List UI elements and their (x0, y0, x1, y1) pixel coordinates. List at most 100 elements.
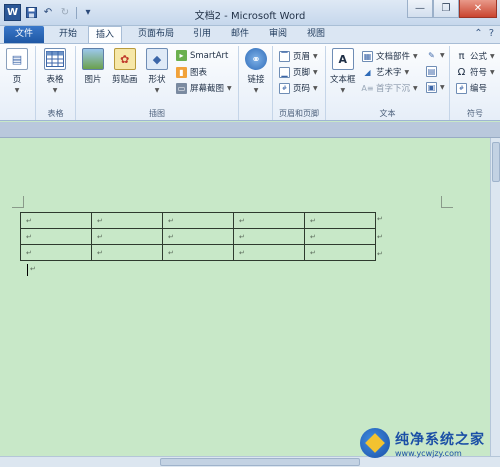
datetime-button[interactable]: ▤ (426, 66, 437, 77)
picture-icon (82, 48, 104, 70)
screenshot-button[interactable]: ▭ 屏幕截图 ▼ (176, 82, 232, 94)
signature-line-icon: ✎ (428, 51, 435, 60)
table-cell[interactable]: ↵ (162, 244, 234, 261)
table-cell[interactable]: ↵ (304, 228, 376, 245)
vertical-scrollbar[interactable] (490, 138, 500, 456)
table-cell[interactable]: ↵ (162, 228, 234, 245)
quickparts-icon: ▦ (362, 50, 373, 62)
shapes-icon: ◆ (146, 48, 168, 70)
table-button[interactable]: 表格 ▼ (44, 48, 66, 94)
crop-mark-top-right (441, 196, 453, 208)
textbox-button[interactable]: A 文本框 ▼ (330, 48, 356, 94)
table-cell[interactable]: ↵ (233, 244, 305, 261)
table-cell[interactable]: ↵ (304, 244, 376, 261)
tab-insert[interactable]: 插入 (88, 26, 123, 43)
tab-file[interactable]: 文件 (4, 26, 44, 43)
title-bar: W ↶ ↻ ▾ 文档2 - Microsoft Word — ❐ ✕ (0, 0, 500, 26)
textbox-label: 文本框 (330, 75, 356, 85)
clipart-button[interactable]: ✿ 剪贴画 (112, 48, 138, 85)
page-number-icon: # (279, 82, 290, 94)
omega-icon: Ω (457, 66, 466, 78)
footer-button[interactable]: ▁ 页脚 ▼ (279, 66, 318, 78)
screenshot-icon: ▭ (176, 82, 187, 94)
group-tables: 表格 ▼ 表格 (36, 46, 76, 120)
header-button[interactable]: ▔ 页眉 ▼ (279, 50, 318, 62)
chevron-down-icon: ▼ (413, 52, 418, 60)
equation-button[interactable]: π 公式 ▼ (456, 50, 494, 63)
restore-button[interactable]: ❐ (433, 0, 459, 18)
horizontal-scroll-thumb[interactable] (160, 458, 360, 466)
table-cell[interactable]: ↵ (91, 212, 163, 229)
group-text: A 文本框 ▼ ▦ 文档部件 ▼ ◢ 艺术字 ▼ A≡ 首字下沉 ▼ ✎ ▼ ▤… (326, 46, 450, 120)
wordart-label: 艺术字 (376, 68, 402, 78)
table-cell[interactable]: ↵ (20, 212, 92, 229)
minimize-ribbon-icon[interactable]: ⌃ (474, 28, 482, 39)
signature-line-button[interactable]: ✎ ▼ (426, 50, 445, 61)
table-cell[interactable]: ↵ (20, 228, 92, 245)
table-row: ↵ ↵ ↵ ↵ ↵ (20, 212, 376, 229)
picture-button[interactable]: 图片 (82, 48, 104, 85)
symbol-button[interactable]: Ω 符号 ▼ (456, 66, 495, 79)
close-button[interactable]: ✕ (459, 0, 497, 18)
dropcap-button[interactable]: A≡ 首字下沉 ▼ (361, 82, 417, 95)
smartart-button[interactable]: ▸ SmartArt (176, 50, 228, 61)
table-cell[interactable]: ↵ (91, 228, 163, 245)
watermark-logo-icon (360, 428, 390, 458)
table-cell[interactable]: ↵ (91, 244, 163, 261)
help-icon[interactable]: ? (489, 28, 494, 39)
dropcap-icon: A≡ (361, 83, 374, 93)
table-button-label: 表格 (46, 75, 64, 85)
chevron-down-icon: ▼ (313, 68, 318, 76)
shapes-button[interactable]: ◆ 形状 ▼ (146, 48, 168, 94)
group-label-header-footer: 页眉和页脚 (279, 109, 319, 118)
picture-label: 图片 (84, 75, 102, 85)
calendar-icon: ▤ (426, 66, 437, 77)
symbol-label: 符号 (470, 68, 488, 78)
table-cell[interactable]: ↵ (233, 212, 305, 229)
chevron-down-icon: ▼ (440, 52, 445, 59)
ribbon-right-controls: ⌃ ? (474, 28, 494, 39)
table-icon (44, 48, 66, 70)
object-button[interactable]: ▣ ▼ (426, 82, 445, 93)
tab-mailings[interactable]: 邮件 (224, 26, 256, 43)
chevron-down-icon: ▼ (490, 68, 495, 76)
chart-label: 图表 (190, 68, 208, 78)
page-number-button[interactable]: # 页码 ▼ (279, 82, 318, 94)
ribbon-tabs: 文件 开始 插入 页面布局 引用 邮件 审阅 视图 ⌃ ? (0, 26, 500, 43)
group-label-text: 文本 (379, 109, 396, 118)
document-area[interactable] (0, 138, 490, 456)
table-cell[interactable]: ↵ (20, 244, 92, 261)
chevron-down-icon: ▼ (227, 84, 232, 92)
pages-button[interactable]: ▤ 页 ▼ (6, 48, 28, 94)
quickparts-button[interactable]: ▦ 文档部件 ▼ (362, 50, 418, 62)
tab-references[interactable]: 引用 (186, 26, 218, 43)
minimize-button[interactable]: — (407, 0, 433, 18)
wordart-button[interactable]: ◢ 艺术字 ▼ (362, 66, 410, 79)
tab-review[interactable]: 审阅 (262, 26, 294, 43)
row-end-mark: ↵ (377, 233, 383, 241)
table-row: ↵ ↵ ↵ ↵ ↵ (20, 244, 376, 261)
group-links: ⚭ 链接 ▼ (239, 46, 273, 120)
chart-button[interactable]: ▮ 图表 (176, 66, 207, 78)
link-button[interactable]: ⚭ 链接 ▼ (245, 48, 267, 94)
chevron-down-icon: ▼ (14, 87, 20, 94)
table-cell[interactable]: ↵ (162, 212, 234, 229)
group-label-symbols: 符号 (467, 109, 483, 118)
site-watermark: 纯净系统之家 www.ycwjzy.com (360, 428, 485, 458)
number-button[interactable]: # 编号 (456, 82, 487, 94)
object-icon: ▣ (426, 82, 437, 93)
shapes-label: 形状 (148, 75, 166, 85)
document-table[interactable]: ↵ ↵ ↵ ↵ ↵ ↵ ↵ ↵ ↵ ↵ ↵ ↵ ↵ ↵ ↵ (20, 212, 376, 261)
table-cell[interactable]: ↵ (304, 212, 376, 229)
tab-home[interactable]: 开始 (52, 26, 84, 43)
table-cell[interactable]: ↵ (233, 228, 305, 245)
chevron-down-icon: ▼ (313, 84, 318, 92)
tab-page-layout[interactable]: 页面布局 (131, 26, 181, 43)
chevron-down-icon: ▼ (404, 68, 410, 76)
group-symbols: π 公式 ▼ Ω 符号 ▼ # 编号 符号 (450, 46, 500, 120)
vertical-scroll-thumb[interactable] (492, 142, 500, 182)
chart-icon: ▮ (176, 66, 187, 78)
clipart-icon: ✿ (113, 48, 136, 70)
group-pages: ▤ 页 ▼ (0, 46, 36, 120)
tab-view[interactable]: 视图 (300, 26, 332, 43)
